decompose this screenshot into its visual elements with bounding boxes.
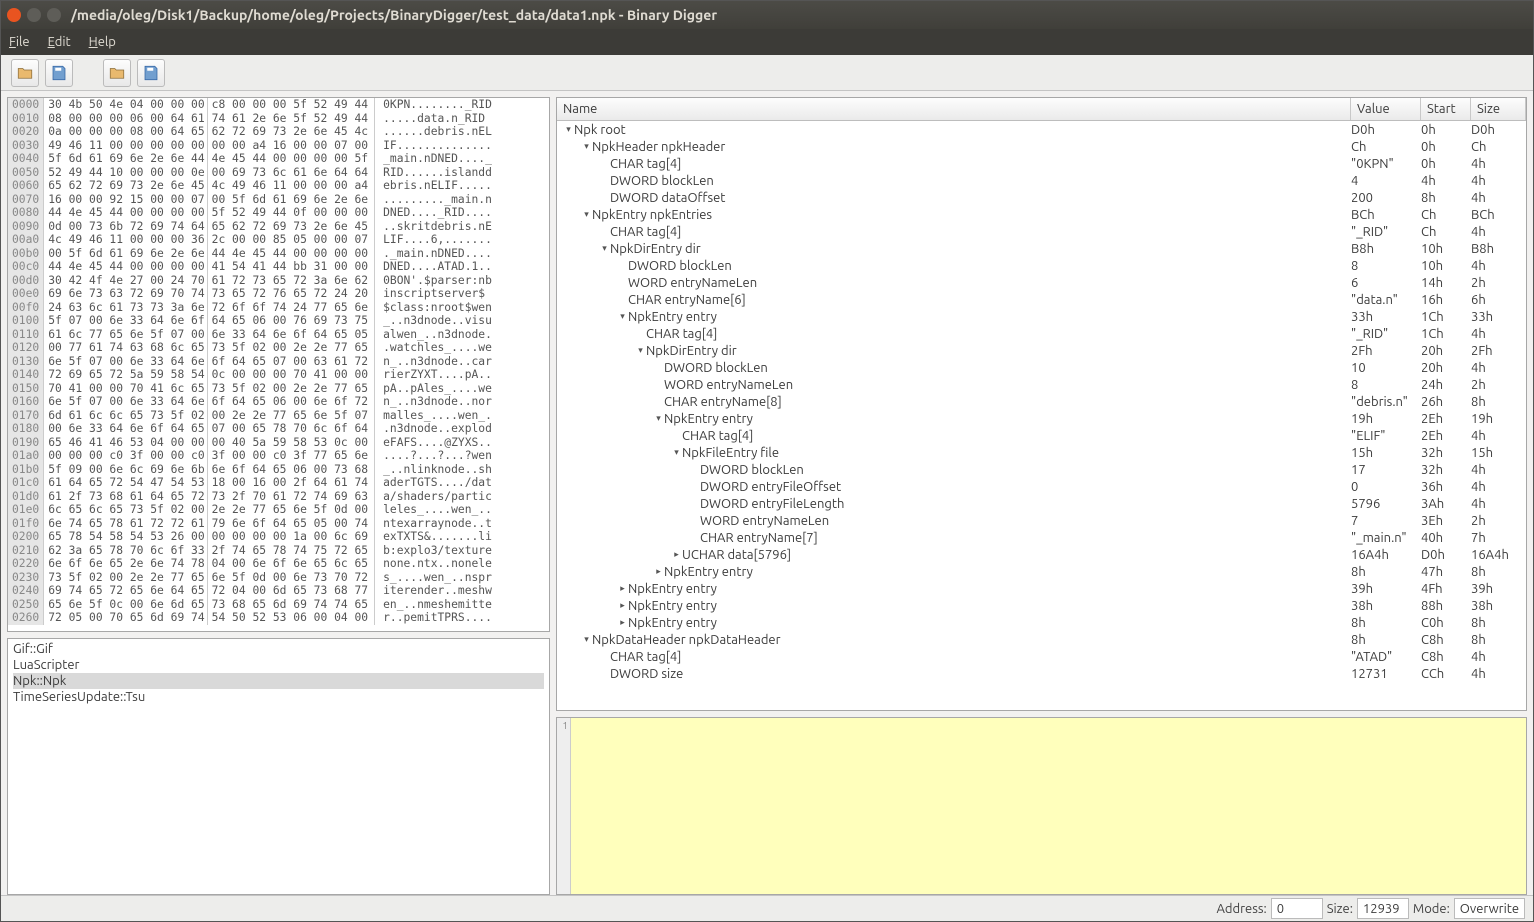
tree-row[interactable]: DWORD blockLen1020h4h xyxy=(557,359,1526,376)
tree-row[interactable]: WORD entryNameLen824h2h xyxy=(557,376,1526,393)
tree-row[interactable]: ▾ NpkFileEntry file15h32h15h xyxy=(557,444,1526,461)
tree-row[interactable]: ▾ NpkEntry entry19h2Eh19h xyxy=(557,410,1526,427)
status-size-label: Size: xyxy=(1327,902,1353,916)
toolbar-open-btn[interactable] xyxy=(11,59,39,87)
tree-row[interactable]: DWORD blockLen44h4h xyxy=(557,172,1526,189)
window-title: /media/oleg/Disk1/Backup/home/oleg/Proje… xyxy=(71,7,717,23)
tree-row[interactable]: CHAR entryName[6]"data.n"16h6h xyxy=(557,291,1526,308)
tree-row[interactable]: ▸ NpkEntry entry8hC0h8h xyxy=(557,614,1526,631)
tree-row[interactable]: CHAR tag[4]"_RID"1Ch4h xyxy=(557,325,1526,342)
tree-row[interactable]: ▸ UCHAR data[5796]16A4hD0h16A4h xyxy=(557,546,1526,563)
menu-help[interactable]: Help xyxy=(89,35,116,49)
output-gutter: 1 xyxy=(557,718,571,894)
tree-row[interactable]: ▾ NpkEntry entry33h1Ch33h xyxy=(557,308,1526,325)
tree-row[interactable]: ▸ NpkEntry entry8h47h8h xyxy=(557,563,1526,580)
plugin-item[interactable]: LuaScripter xyxy=(13,657,544,673)
window-max-btn[interactable] xyxy=(47,8,61,22)
menu-edit[interactable]: Edit xyxy=(48,35,71,49)
toolbar-save2-btn[interactable] xyxy=(137,59,165,87)
tree-row[interactable]: WORD entryNameLen614h2h xyxy=(557,274,1526,291)
plugin-item[interactable]: Gif::Gif xyxy=(13,641,544,657)
tree-row[interactable]: CHAR tag[4]"_RID"Ch4h xyxy=(557,223,1526,240)
tree-row[interactable]: ▸ NpkEntry entry38h88h38h xyxy=(557,597,1526,614)
menu-file[interactable]: File xyxy=(9,35,30,49)
tree-row[interactable]: ▾ Npk rootD0h0hD0h xyxy=(557,121,1526,138)
status-addr-value: 0 xyxy=(1271,898,1323,919)
statusbar: Address: 0 Size: 12939 Mode: Overwrite xyxy=(1,895,1533,921)
tree-row[interactable]: CHAR entryName[8]"debris.n"26h8h xyxy=(557,393,1526,410)
tree-row[interactable]: ▾ NpkDataHeader npkDataHeader8hC8h8h xyxy=(557,631,1526,648)
tree-row[interactable]: DWORD blockLen810h4h xyxy=(557,257,1526,274)
plugin-item[interactable]: Npk::Npk xyxy=(13,673,544,689)
hdr-name[interactable]: Name xyxy=(557,98,1351,120)
tree-row[interactable]: DWORD entryFileLength57963Ah4h xyxy=(557,495,1526,512)
tree-row[interactable]: CHAR tag[4]"ELIF"2Eh4h xyxy=(557,427,1526,444)
tree-row[interactable]: DWORD entryFileOffset036h4h xyxy=(557,478,1526,495)
status-size-value: 12939 xyxy=(1357,898,1409,919)
tree-row[interactable]: CHAR entryName[7]"_main.n"40h7h xyxy=(557,529,1526,546)
status-mode-label: Mode: xyxy=(1413,902,1450,916)
struct-tree[interactable]: Name Value Start Size ▾ Npk rootD0h0hD0h… xyxy=(556,97,1527,711)
tree-row[interactable]: ▾ NpkDirEntry dirB8h10hB8h xyxy=(557,240,1526,257)
tree-row[interactable]: CHAR tag[4]"ATAD"C8h4h xyxy=(557,648,1526,665)
window-min-btn[interactable] xyxy=(27,8,41,22)
tree-row[interactable]: DWORD blockLen1732h4h xyxy=(557,461,1526,478)
tree-row[interactable]: ▸ NpkEntry entry39h4Fh39h xyxy=(557,580,1526,597)
hdr-start[interactable]: Start xyxy=(1421,98,1471,120)
hex-view[interactable]: 000030 4b 50 4e 04 00 00 00c8 00 00 00 5… xyxy=(7,97,550,632)
plugin-item[interactable]: TimeSeriesUpdate::Tsu xyxy=(13,689,544,705)
hdr-size[interactable]: Size xyxy=(1471,98,1526,120)
tree-header: Name Value Start Size xyxy=(557,98,1526,121)
tree-row[interactable]: WORD entryNameLen73Eh2h xyxy=(557,512,1526,529)
tree-row[interactable]: ▾ NpkDirEntry dir2Fh20h2Fh xyxy=(557,342,1526,359)
output-panel[interactable]: 1 xyxy=(556,717,1527,895)
titlebar: /media/oleg/Disk1/Backup/home/oleg/Proje… xyxy=(1,1,1533,29)
tree-row[interactable]: DWORD size12731CCh4h xyxy=(557,665,1526,682)
tree-row[interactable]: ▾ NpkHeader npkHeaderCh0hCh xyxy=(557,138,1526,155)
status-addr-label: Address: xyxy=(1216,902,1266,916)
toolbar-save-btn[interactable] xyxy=(45,59,73,87)
output-text[interactable] xyxy=(571,718,1526,894)
toolbar-open2-btn[interactable] xyxy=(103,59,131,87)
tree-row[interactable]: ▾ NpkEntry npkEntriesBChChBCh xyxy=(557,206,1526,223)
hdr-value[interactable]: Value xyxy=(1351,98,1421,120)
tree-row[interactable]: DWORD dataOffset2008h4h xyxy=(557,189,1526,206)
plugin-list[interactable]: Gif::GifLuaScripterNpk::NpkTimeSeriesUpd… xyxy=(7,638,550,895)
tree-row[interactable]: CHAR tag[4]"0KPN"0h4h xyxy=(557,155,1526,172)
toolbar xyxy=(1,55,1533,91)
status-mode-value: Overwrite xyxy=(1454,898,1525,919)
menubar: File Edit Help xyxy=(1,29,1533,55)
window-close-btn[interactable] xyxy=(7,8,21,22)
